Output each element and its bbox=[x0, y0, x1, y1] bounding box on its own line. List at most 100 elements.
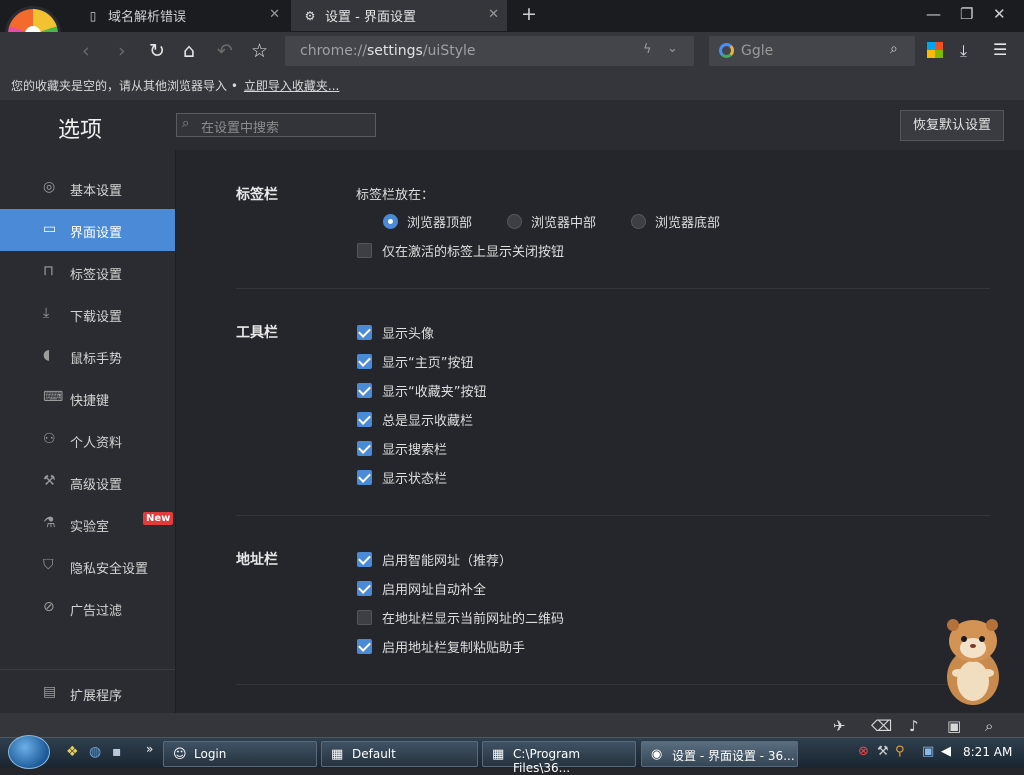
tray-search-icon[interactable]: ⚲ bbox=[895, 744, 905, 759]
checkbox-url-autocomplete[interactable]: 启用网址自动补全 bbox=[357, 579, 486, 598]
address-bar[interactable]: chrome://settings/uiStyle ϟ ⌄ bbox=[285, 36, 694, 66]
sidebar-item-privacy[interactable]: ⛉ 隐私安全设置 bbox=[0, 545, 175, 587]
speaker-icon[interactable]: ♪ bbox=[909, 717, 919, 735]
restore-window-icon[interactable]: ❐ bbox=[960, 5, 973, 23]
reload-icon[interactable]: ↻ bbox=[149, 40, 165, 62]
sidebar-item-tabs[interactable]: ⊓ 标签设置 bbox=[0, 251, 175, 293]
address-path: settings bbox=[367, 43, 423, 59]
sidebar-item-extensions[interactable]: ▤ 扩展程序 bbox=[0, 672, 175, 714]
chevron-down-icon[interactable]: ⌄ bbox=[667, 41, 678, 56]
sidebar-item-advanced[interactable]: ⚒ 高级设置 bbox=[0, 461, 175, 503]
sidebar-item-profile[interactable]: ⚇ 个人资料 bbox=[0, 419, 175, 461]
taskbar-item-program-files[interactable]: ▦ C:\Program Files\36... bbox=[482, 741, 636, 775]
lightning-icon[interactable]: ϟ bbox=[643, 42, 652, 57]
checkbox-label: 显示搜索栏 bbox=[382, 443, 448, 458]
download-icon[interactable]: ⤓ bbox=[960, 41, 967, 61]
taskbar-item-default[interactable]: ▦ Default bbox=[321, 741, 478, 767]
apps-icon[interactable] bbox=[927, 42, 943, 58]
checkbox-icon[interactable] bbox=[357, 470, 372, 485]
sidebar-item-shortcuts[interactable]: ⌨ 快捷键 bbox=[0, 377, 175, 419]
sidebar-item-label: 快捷键 bbox=[70, 394, 110, 409]
import-bookmarks-link[interactable]: 立即导入收藏夹... bbox=[244, 79, 339, 93]
trash-icon[interactable]: ⌫ bbox=[871, 717, 892, 735]
sidebar-item-lab[interactable]: ⚗ 实验室 New bbox=[0, 503, 175, 545]
section-title-toolbar: 工具栏 bbox=[236, 325, 278, 341]
tray-tool-icon[interactable]: ⚒ bbox=[877, 744, 889, 759]
settings-search-input[interactable]: ⌕ 在设置中搜索 bbox=[176, 113, 376, 137]
system-clock[interactable]: 8:21 AM bbox=[963, 745, 1012, 759]
download-icon: ⤓ bbox=[43, 305, 50, 321]
checkbox-icon[interactable] bbox=[357, 610, 372, 625]
tray-network-icon[interactable]: ▣ bbox=[922, 744, 934, 759]
checkbox-icon[interactable] bbox=[357, 581, 372, 596]
radio-tabbar-bottom[interactable]: 浏览器底部 bbox=[631, 212, 720, 231]
checkbox-icon[interactable] bbox=[357, 639, 372, 654]
checkbox-label: 显示状态栏 bbox=[382, 472, 448, 487]
back-icon[interactable]: ‹ bbox=[82, 40, 90, 62]
checkbox-always-show-favorites-bar[interactable]: 总是显示收藏栏 bbox=[357, 410, 473, 429]
checkbox-show-qr-code[interactable]: 在地址栏显示当前网址的二维码 bbox=[357, 608, 564, 627]
tray-error-icon[interactable]: ⊗ bbox=[858, 744, 869, 759]
checkbox-icon[interactable] bbox=[357, 243, 372, 258]
checkbox-show-avatar[interactable]: 显示头像 bbox=[357, 323, 434, 342]
menu-icon[interactable]: ☰ bbox=[993, 40, 1007, 59]
checkbox-icon[interactable] bbox=[357, 552, 372, 567]
radio-icon[interactable] bbox=[507, 214, 522, 229]
ie-icon[interactable]: ◍ bbox=[89, 744, 101, 760]
search-box[interactable]: Ggle ⌕ bbox=[709, 36, 915, 66]
radio-tabbar-top[interactable]: 浏览器顶部 bbox=[383, 212, 472, 231]
desktop-icon[interactable]: ▪ bbox=[112, 744, 122, 760]
close-tab-icon[interactable]: ✕ bbox=[488, 7, 499, 22]
taskbar-item-settings[interactable]: ◉ 设置 - 界面设置 - 36... bbox=[641, 741, 798, 767]
checkbox-icon[interactable] bbox=[357, 441, 372, 456]
home-icon[interactable]: ⌂ bbox=[183, 40, 195, 62]
window-icon[interactable]: ▣ bbox=[947, 717, 961, 735]
rocket-icon[interactable]: ✈ bbox=[833, 717, 846, 735]
checkbox-icon[interactable] bbox=[357, 354, 372, 369]
sidebar-item-ui[interactable]: ▭ 界面设置 bbox=[0, 209, 175, 251]
checkbox-show-favorites-button[interactable]: 显示“收藏夹”按钮 bbox=[357, 381, 486, 400]
checkbox-show-home[interactable]: 显示“主页”按钮 bbox=[357, 352, 473, 371]
tray-volume-icon[interactable]: ◀ bbox=[941, 744, 951, 759]
radio-icon[interactable] bbox=[383, 214, 398, 229]
scrollbar[interactable] bbox=[1016, 150, 1024, 713]
checkbox-icon[interactable] bbox=[357, 383, 372, 398]
taskbar-label: 设置 - 界面设置 - 36... bbox=[672, 749, 795, 763]
radio-icon[interactable] bbox=[631, 214, 646, 229]
tab-dns-error[interactable]: ▯ 域名解析错误 ✕ bbox=[74, 0, 288, 31]
forward-icon[interactable]: › bbox=[118, 40, 126, 62]
checkbox-icon[interactable] bbox=[357, 325, 372, 340]
checkbox-smart-url[interactable]: 启用智能网址（推荐） bbox=[357, 550, 512, 569]
checkbox-show-search-bar[interactable]: 显示搜索栏 bbox=[357, 439, 447, 458]
close-window-icon[interactable]: ✕ bbox=[993, 5, 1006, 23]
checkbox-close-active-only[interactable]: 仅在激活的标签上显示关闭按钮 bbox=[357, 241, 564, 260]
undo-close-icon[interactable]: ↶ bbox=[217, 40, 233, 62]
search-icon[interactable]: ⌕ bbox=[890, 41, 898, 57]
more-icon[interactable]: » bbox=[146, 742, 153, 756]
start-button[interactable] bbox=[8, 735, 50, 769]
sidebar-item-mouse-gestures[interactable]: ◖ 鼠标手势 bbox=[0, 335, 175, 377]
hamster-mascot-image[interactable] bbox=[940, 615, 1006, 707]
tab-settings[interactable]: ⚙ 设置 - 界面设置 ✕ bbox=[291, 0, 507, 31]
checkbox-label: 仅在激活的标签上显示关闭按钮 bbox=[382, 245, 565, 260]
checkbox-label: 在地址栏显示当前网址的二维码 bbox=[382, 612, 565, 627]
checkbox-show-status-bar[interactable]: 显示状态栏 bbox=[357, 468, 447, 487]
google-icon bbox=[719, 43, 734, 58]
restore-defaults-button[interactable]: 恢复默认设置 bbox=[900, 110, 1004, 141]
gear-icon: ⚙ bbox=[304, 8, 316, 23]
minimize-icon[interactable]: — bbox=[926, 5, 941, 23]
sidebar-item-download[interactable]: ⤓ 下载设置 bbox=[0, 293, 175, 335]
close-tab-icon[interactable]: ✕ bbox=[269, 7, 280, 22]
section-divider bbox=[236, 288, 990, 289]
radio-tabbar-middle[interactable]: 浏览器中部 bbox=[507, 212, 596, 231]
checkbox-copy-paste-helper[interactable]: 启用地址栏复制粘贴助手 bbox=[357, 637, 525, 656]
checkbox-icon[interactable] bbox=[357, 412, 372, 427]
sidebar-item-adblock[interactable]: ⊘ 广告过滤 bbox=[0, 587, 175, 629]
taskbar-item-login[interactable]: ☺ Login bbox=[163, 741, 317, 767]
search-icon[interactable]: ⌕ bbox=[985, 717, 993, 735]
new-tab-button[interactable]: + bbox=[521, 3, 537, 25]
quicklaunch-icon[interactable]: ❖ bbox=[66, 744, 79, 760]
sidebar-item-basic[interactable]: ◎ 基本设置 bbox=[0, 167, 175, 209]
favorite-star-icon[interactable]: ☆ bbox=[251, 40, 268, 62]
sidebar-item-label: 隐私安全设置 bbox=[70, 562, 149, 577]
